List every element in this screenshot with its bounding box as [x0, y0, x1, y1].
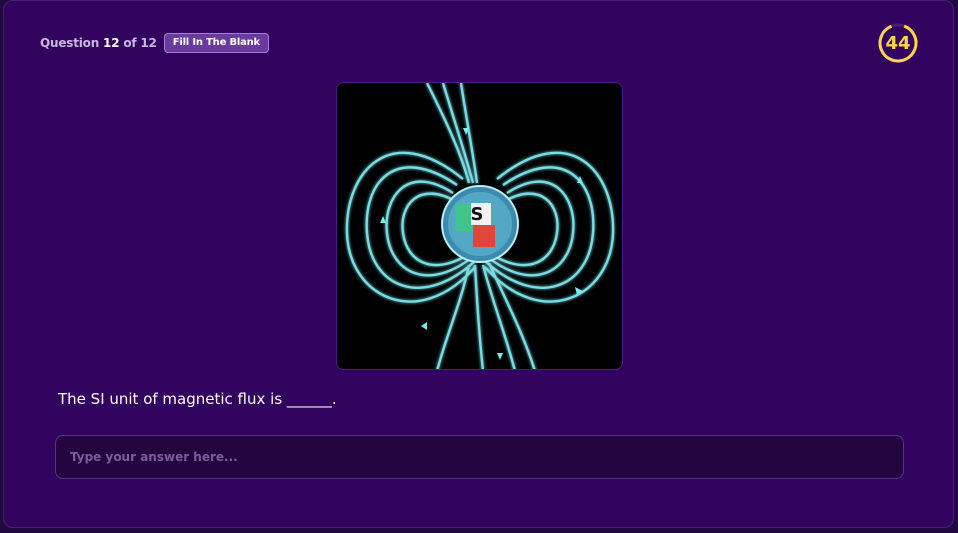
- countdown-timer: 44: [877, 22, 919, 64]
- question-current: 12: [103, 36, 120, 50]
- question-text: The SI unit of magnetic flux is ______.: [58, 390, 337, 408]
- quiz-card: Question 12 of 12 Fill In The Blank 44 S…: [3, 0, 954, 528]
- question-type-badge: Fill In The Blank: [163, 33, 270, 53]
- question-counter: Question 12 of 12: [40, 36, 157, 50]
- question-total: 12: [140, 36, 157, 50]
- question-header: Question 12 of 12 Fill In The Blank: [40, 32, 270, 54]
- answer-input[interactable]: [55, 435, 904, 479]
- timer-value: 44: [885, 32, 911, 54]
- magnet-pole-label: S: [471, 204, 484, 225]
- question-label: Question: [40, 36, 100, 50]
- magnetic-field-illustration: S: [337, 83, 622, 369]
- question-of: of: [123, 36, 137, 50]
- magnet-field-lines-image: S: [336, 82, 623, 370]
